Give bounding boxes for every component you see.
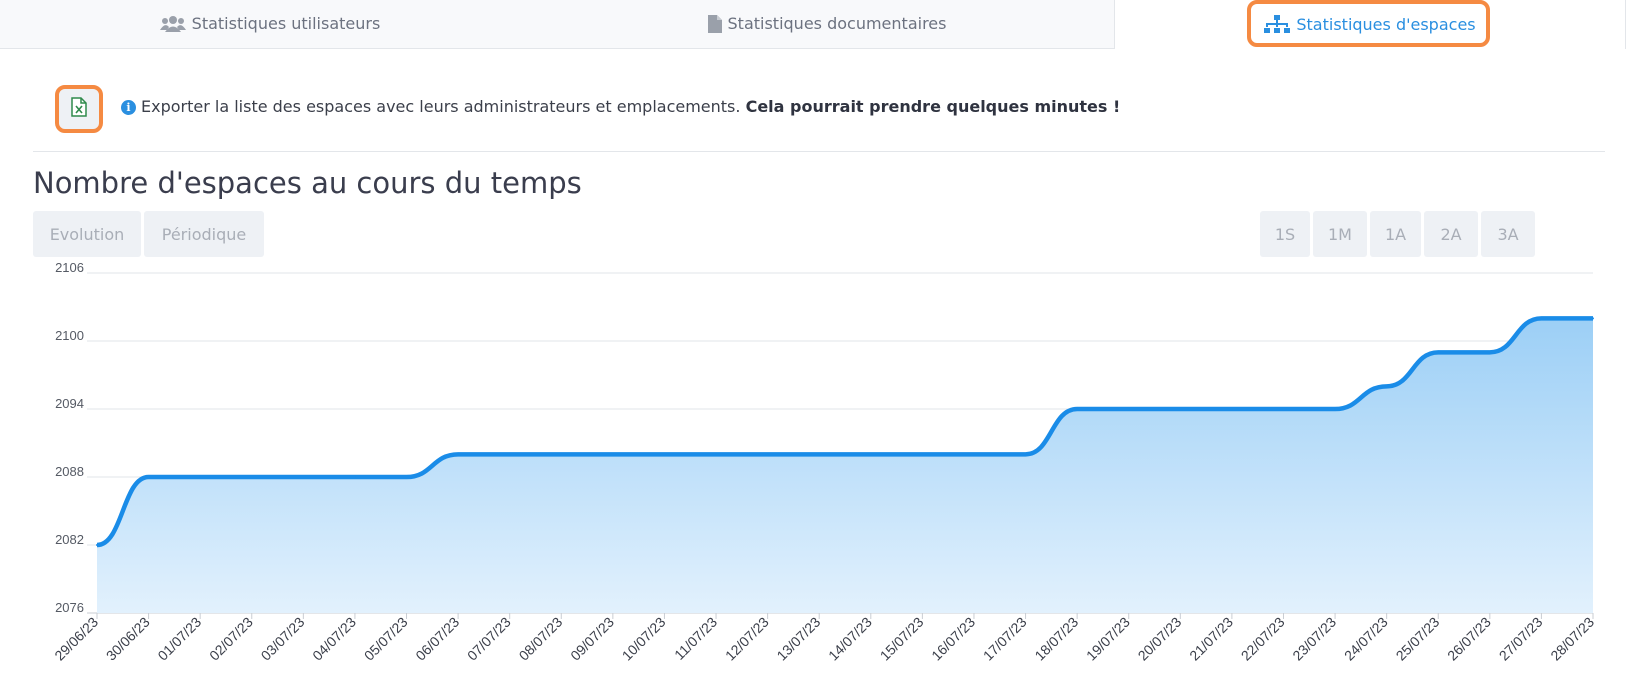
x-tick-label: 25/07/23 <box>1393 614 1443 664</box>
x-tick-label: 28/07/23 <box>1547 614 1597 664</box>
data-point <box>508 453 511 456</box>
x-tick-label: 12/07/23 <box>722 614 772 664</box>
range-1s-button[interactable]: 1S <box>1260 211 1310 257</box>
y-tick-label: 2106 <box>55 260 84 275</box>
x-tick-label: 01/07/23 <box>154 614 204 664</box>
data-point <box>250 476 253 478</box>
tab-document-stats-label: Statistiques documentaires <box>727 14 947 33</box>
series-area <box>97 318 1593 613</box>
data-point <box>405 476 408 478</box>
data-point <box>921 453 924 456</box>
x-tick-label: 18/07/23 <box>1031 614 1081 664</box>
periodic-button[interactable]: Périodique <box>144 211 264 257</box>
data-point <box>766 453 769 456</box>
data-point <box>1230 408 1233 410</box>
y-tick-label: 2082 <box>55 532 84 547</box>
y-tick-label: 2094 <box>55 396 84 411</box>
x-tick-label: 03/07/23 <box>258 614 308 664</box>
data-point <box>611 453 614 456</box>
y-tick-label: 2100 <box>55 328 84 343</box>
data-point <box>663 453 666 456</box>
x-tick-label: 02/07/23 <box>206 614 256 664</box>
info-icon: i <box>121 100 136 115</box>
data-point <box>1282 408 1285 410</box>
x-tick-label: 14/07/23 <box>825 614 875 664</box>
evolution-button[interactable]: Evolution <box>33 211 141 257</box>
data-point <box>1385 385 1388 388</box>
data-point <box>1127 408 1130 410</box>
x-tick-label: 09/07/23 <box>567 614 617 664</box>
data-point <box>96 544 98 546</box>
data-point <box>818 453 821 456</box>
range-3a-button[interactable]: 3A <box>1481 211 1535 257</box>
data-point <box>1592 317 1594 320</box>
x-tick-label: 05/07/23 <box>361 614 411 664</box>
x-tick-label: 17/07/23 <box>980 614 1030 664</box>
data-point <box>560 453 563 456</box>
export-warning: Cela pourrait prendre quelques minutes ! <box>745 97 1121 116</box>
export-text: Exporter la liste des espaces avec leurs… <box>141 97 741 116</box>
page-title: Nombre d'espaces au cours du temps <box>33 166 582 200</box>
users-icon <box>159 15 186 33</box>
x-tick-label: 08/07/23 <box>516 614 566 664</box>
data-point <box>1179 408 1182 410</box>
data-point <box>972 453 975 456</box>
export-button-highlight <box>55 85 103 133</box>
data-point <box>302 476 305 478</box>
export-description: i Exporter la liste des espaces avec leur… <box>121 97 1120 116</box>
x-tick-label: 22/07/23 <box>1238 614 1288 664</box>
x-tick-label: 20/07/23 <box>1135 614 1185 664</box>
data-point <box>1076 408 1079 410</box>
x-tick-label: 24/07/23 <box>1341 614 1391 664</box>
tab-space-stats-highlight <box>1247 0 1490 47</box>
x-tick-label: 27/07/23 <box>1496 614 1546 664</box>
tab-user-stats[interactable]: Statistiques utilisateurs <box>0 0 540 47</box>
y-tick-label: 2088 <box>55 464 84 479</box>
divider <box>33 151 1605 152</box>
range-1a-button[interactable]: 1A <box>1370 211 1421 257</box>
data-point <box>199 476 202 478</box>
data-point <box>353 476 356 478</box>
x-tick-label: 07/07/23 <box>464 614 514 664</box>
data-point <box>869 453 872 456</box>
data-point <box>1488 351 1491 354</box>
x-tick-label: 21/07/23 <box>1186 614 1236 664</box>
x-tick-label: 10/07/23 <box>619 614 669 664</box>
x-tick-label: 04/07/23 <box>309 614 359 664</box>
data-point <box>1540 317 1543 320</box>
x-tick-label: 23/07/23 <box>1289 614 1339 664</box>
data-point <box>1024 453 1027 456</box>
x-tick-label: 26/07/23 <box>1444 614 1494 664</box>
x-tick-label: 11/07/23 <box>671 614 720 663</box>
tab-document-stats[interactable]: Statistiques documentaires <box>540 0 1114 47</box>
y-tick-label: 2076 <box>55 600 84 615</box>
file-icon <box>707 14 722 33</box>
x-tick-label: 30/06/23 <box>103 614 153 664</box>
range-1m-button[interactable]: 1M <box>1313 211 1367 257</box>
data-point <box>715 453 718 456</box>
data-point <box>1437 351 1440 354</box>
x-tick-label: 29/06/23 <box>51 614 101 664</box>
x-tick-label: 06/07/23 <box>412 614 462 664</box>
spaces-area-chart: 2076 2082 2088 2094 2100 2106 29/06/23 30/06/23… <box>51 260 1597 664</box>
data-point <box>1334 408 1337 410</box>
data-point <box>147 476 150 478</box>
data-point <box>457 453 460 456</box>
x-tick-label: 16/07/23 <box>928 614 978 664</box>
tab-user-stats-label: Statistiques utilisateurs <box>191 14 381 33</box>
range-2a-button[interactable]: 2A <box>1424 211 1478 257</box>
x-tick-label: 13/07/23 <box>773 614 823 664</box>
x-tick-label: 19/07/23 <box>1083 614 1133 664</box>
x-tick-label: 15/07/23 <box>877 614 927 664</box>
